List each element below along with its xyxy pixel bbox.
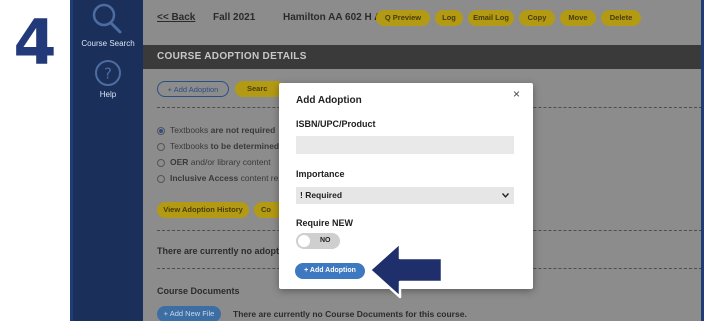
radio-text-bold: are not required	[210, 125, 276, 135]
radio-inclusive-access[interactable]: Inclusive Access content re	[157, 173, 278, 183]
close-icon[interactable]: ×	[513, 87, 520, 101]
radio-text-bold: to be determined	[210, 141, 280, 151]
svg-text:?: ?	[104, 65, 112, 83]
add-adoption-button[interactable]: + Add Adoption	[157, 81, 229, 97]
radio-text-bold: Inclusive Access	[170, 173, 239, 183]
radio-not-required[interactable]: Textbooks are not required	[157, 125, 275, 135]
preview-button[interactable]: Q Preview	[376, 10, 430, 26]
importance-select[interactable]: ! Required	[296, 187, 514, 204]
help-icon: ?	[95, 60, 121, 86]
sidebar-item-course-search[interactable]: Course Search	[73, 0, 143, 50]
add-new-file-button[interactable]: + Add New File	[157, 306, 221, 321]
no-documents-text: There are currently no Course Documents …	[233, 309, 467, 319]
log-button[interactable]: Log	[435, 10, 463, 26]
add-adoption-submit-button[interactable]: + Add Adoption	[295, 263, 365, 279]
term-label: Fall 2021	[213, 12, 256, 23]
toggle-text: NO	[320, 237, 331, 244]
step-number: 4	[13, 6, 57, 79]
delete-button[interactable]: Delete	[601, 10, 641, 26]
modal-title: Add Adoption	[296, 95, 362, 106]
copy-button[interactable]: Copy	[519, 10, 555, 26]
email-log-button[interactable]: Email Log	[468, 10, 514, 26]
search-icon	[92, 3, 122, 34]
isbn-input[interactable]	[296, 136, 514, 154]
search-button[interactable]: Searc	[235, 81, 285, 97]
section-header: COURSE ADOPTION DETAILS	[143, 45, 701, 69]
radio-to-be-determined[interactable]: Textbooks to be determined	[157, 141, 279, 151]
radio-icon	[157, 142, 165, 151]
sidebar-item-help[interactable]: ? Help	[73, 58, 143, 104]
require-new-label: Require NEW	[296, 218, 354, 228]
isbn-label: ISBN/UPC/Product	[296, 119, 376, 129]
view-adoption-history-button[interactable]: View Adoption History	[157, 202, 249, 218]
importance-value: ! Required	[300, 190, 343, 200]
move-button[interactable]: Move	[560, 10, 596, 26]
sidebar-item-label: Course Search	[81, 39, 135, 48]
no-adoptions-text: There are currently no adopt	[157, 246, 280, 256]
pointer-arrow-icon	[368, 241, 444, 299]
radio-text: Textbooks	[170, 125, 211, 135]
chevron-down-icon	[502, 193, 509, 198]
sidebar-item-label: Help	[99, 90, 117, 99]
course-documents-title: Course Documents	[157, 286, 240, 296]
radio-oer[interactable]: OER and/or library content	[157, 157, 271, 167]
toggle-knob	[298, 235, 310, 247]
radio-selected-icon	[157, 126, 165, 135]
radio-text: and/or library content	[188, 157, 271, 167]
back-link[interactable]: << Back	[157, 12, 195, 23]
sidebar: Course Search ? Help	[73, 0, 143, 321]
radio-icon	[157, 174, 165, 183]
require-new-toggle[interactable]: NO	[296, 233, 340, 249]
radio-text: Textbooks	[170, 141, 211, 151]
importance-label: Importance	[296, 169, 345, 179]
radio-text: content re	[238, 173, 279, 183]
radio-text-bold: OER	[170, 157, 189, 167]
course-label: Hamilton AA 602 H A	[283, 12, 382, 23]
radio-icon	[157, 158, 165, 167]
